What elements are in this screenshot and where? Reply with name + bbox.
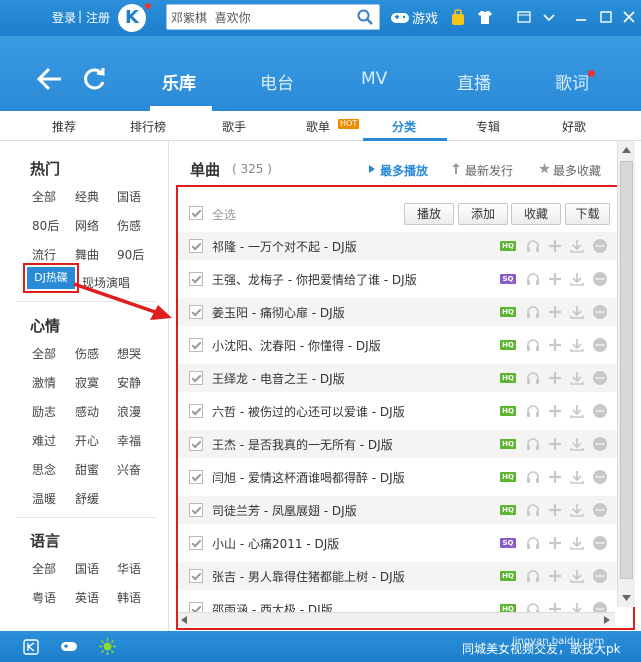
horizontal-scrollbar[interactable] <box>178 612 615 626</box>
section-title-language: 语言 <box>30 532 61 550</box>
category-item[interactable]: 开心 <box>75 432 99 449</box>
subtab-albums[interactable]: 专辑 <box>476 118 500 135</box>
category-item[interactable]: 国语 <box>117 188 141 205</box>
category-item[interactable]: 韩语 <box>117 589 141 606</box>
notification-dot <box>145 3 151 9</box>
sort-most-played[interactable]: 最多播放 <box>380 162 428 179</box>
category-item[interactable]: 国语 <box>75 560 99 577</box>
back-arrow-icon[interactable] <box>36 66 64 92</box>
category-item[interactable]: 励志 <box>32 403 56 420</box>
category-item[interactable]: 伤感 <box>75 345 99 362</box>
category-item[interactable]: 粤语 <box>32 589 56 606</box>
main-nav: 乐库 电台 MV 直播 歌词 <box>0 36 641 111</box>
gift-bag-icon[interactable] <box>449 8 467 26</box>
separator: | <box>78 9 83 23</box>
skin-icon[interactable] <box>476 8 494 26</box>
scroll-down-icon[interactable] <box>622 595 631 601</box>
category-item[interactable]: 90后 <box>117 246 144 263</box>
category-item[interactable]: 思念 <box>32 461 56 478</box>
category-item[interactable]: 浪漫 <box>117 403 141 420</box>
kugou-mini-icon[interactable] <box>23 639 39 655</box>
search-input[interactable] <box>171 7 351 27</box>
sort-newest[interactable]: 最新发行 <box>465 162 513 179</box>
register-link[interactable]: 注册 <box>86 9 110 26</box>
subtab-good-songs[interactable]: 好歌 <box>562 118 586 135</box>
refresh-icon[interactable] <box>80 65 108 93</box>
category-item[interactable]: 英语 <box>75 589 99 606</box>
settings-menu-icon[interactable] <box>540 8 558 26</box>
category-item[interactable]: 经典 <box>75 188 99 205</box>
gamepad-icon[interactable] <box>390 9 410 25</box>
category-item[interactable]: 幸福 <box>117 432 141 449</box>
tab-mv[interactable]: MV <box>361 69 387 89</box>
login-link[interactable]: 登录 <box>52 9 76 26</box>
category-item[interactable]: 寂寞 <box>75 374 99 391</box>
category-item[interactable]: 甜蜜 <box>75 461 99 478</box>
section-divider <box>16 517 156 518</box>
category-item[interactable]: 感动 <box>75 403 99 420</box>
category-item[interactable]: 兴奋 <box>117 461 141 478</box>
category-item[interactable]: 80后 <box>32 217 59 234</box>
star-icon <box>539 163 550 174</box>
subtab-playlists[interactable]: 歌单 <box>306 118 330 135</box>
up-arrow-icon <box>452 163 460 174</box>
category-item[interactable]: 华语 <box>117 560 141 577</box>
category-item[interactable]: 全部 <box>32 345 56 362</box>
sub-nav: 推荐 排行榜 歌手 歌单 HOT 分类 专辑 好歌 <box>0 111 641 141</box>
gamepad-icon[interactable] <box>60 639 78 653</box>
subtab-recommend[interactable]: 推荐 <box>52 118 76 135</box>
category-item[interactable]: 想哭 <box>117 345 141 362</box>
category-item[interactable]: 舞曲 <box>75 246 99 263</box>
search-box[interactable] <box>166 4 380 30</box>
scroll-up-icon[interactable] <box>622 147 631 153</box>
scroll-right-icon[interactable] <box>604 616 610 624</box>
lyrics-notification-dot <box>588 70 595 77</box>
hot-badge: HOT <box>338 119 360 129</box>
category-item[interactable]: 现场演唱 <box>82 274 130 291</box>
tab-lyrics[interactable]: 歌词 <box>555 69 589 94</box>
category-item[interactable]: 激情 <box>32 374 56 391</box>
category-item[interactable]: 伤感 <box>117 217 141 234</box>
title-bar: 登录 | 注册 K 游戏 <box>0 0 641 36</box>
kugou-logo[interactable]: K <box>118 4 146 32</box>
vertical-scrollbar[interactable] <box>617 141 635 607</box>
scrollbar-thumb[interactable] <box>620 161 633 579</box>
search-icon[interactable] <box>357 9 373 25</box>
tab-music-library[interactable]: 乐库 <box>162 69 196 94</box>
page-title: 单曲 <box>190 161 221 179</box>
category-item[interactable]: 安静 <box>117 374 141 391</box>
category-item[interactable]: 全部 <box>32 188 56 205</box>
highlight-frame <box>176 185 635 630</box>
subtab-charts[interactable]: 排行榜 <box>130 118 166 135</box>
tab-live[interactable]: 直播 <box>457 69 491 94</box>
category-item[interactable]: 舒缓 <box>75 490 99 507</box>
maximize-icon[interactable] <box>597 8 615 26</box>
song-count: ( 325 ) <box>232 162 272 176</box>
category-sidebar: 热门 全部 经典 国语 80后 网络 伤感 流行 舞曲 90后 DJ热碟 现场演… <box>0 141 169 631</box>
section-title-hot: 热门 <box>30 160 61 178</box>
section-title-mood: 心情 <box>30 317 61 335</box>
close-icon[interactable] <box>620 8 638 26</box>
sun-icon[interactable] <box>99 638 116 655</box>
category-item[interactable]: 难过 <box>32 432 56 449</box>
mini-mode-icon[interactable] <box>515 8 533 26</box>
game-label[interactable]: 游戏 <box>412 8 438 27</box>
category-item[interactable]: 温暖 <box>32 490 56 507</box>
category-item[interactable]: 流行 <box>32 246 56 263</box>
minimize-icon[interactable] <box>572 8 590 26</box>
category-item[interactable]: 网络 <box>75 217 99 234</box>
category-item[interactable]: 全部 <box>32 560 56 577</box>
watermark: jingyan.baidu.com <box>512 636 605 647</box>
tab-radio[interactable]: 电台 <box>260 69 294 94</box>
subtab-categories[interactable]: 分类 <box>392 118 416 135</box>
subtab-singers[interactable]: 歌手 <box>222 118 246 135</box>
category-item-dj-selected[interactable]: DJ热碟 <box>27 267 75 289</box>
sort-most-favorited[interactable]: 最多收藏 <box>553 162 601 179</box>
scroll-left-icon[interactable] <box>181 616 187 624</box>
play-arrow-icon <box>369 165 375 173</box>
active-subtab-indicator <box>363 138 447 141</box>
section-divider <box>16 301 156 302</box>
